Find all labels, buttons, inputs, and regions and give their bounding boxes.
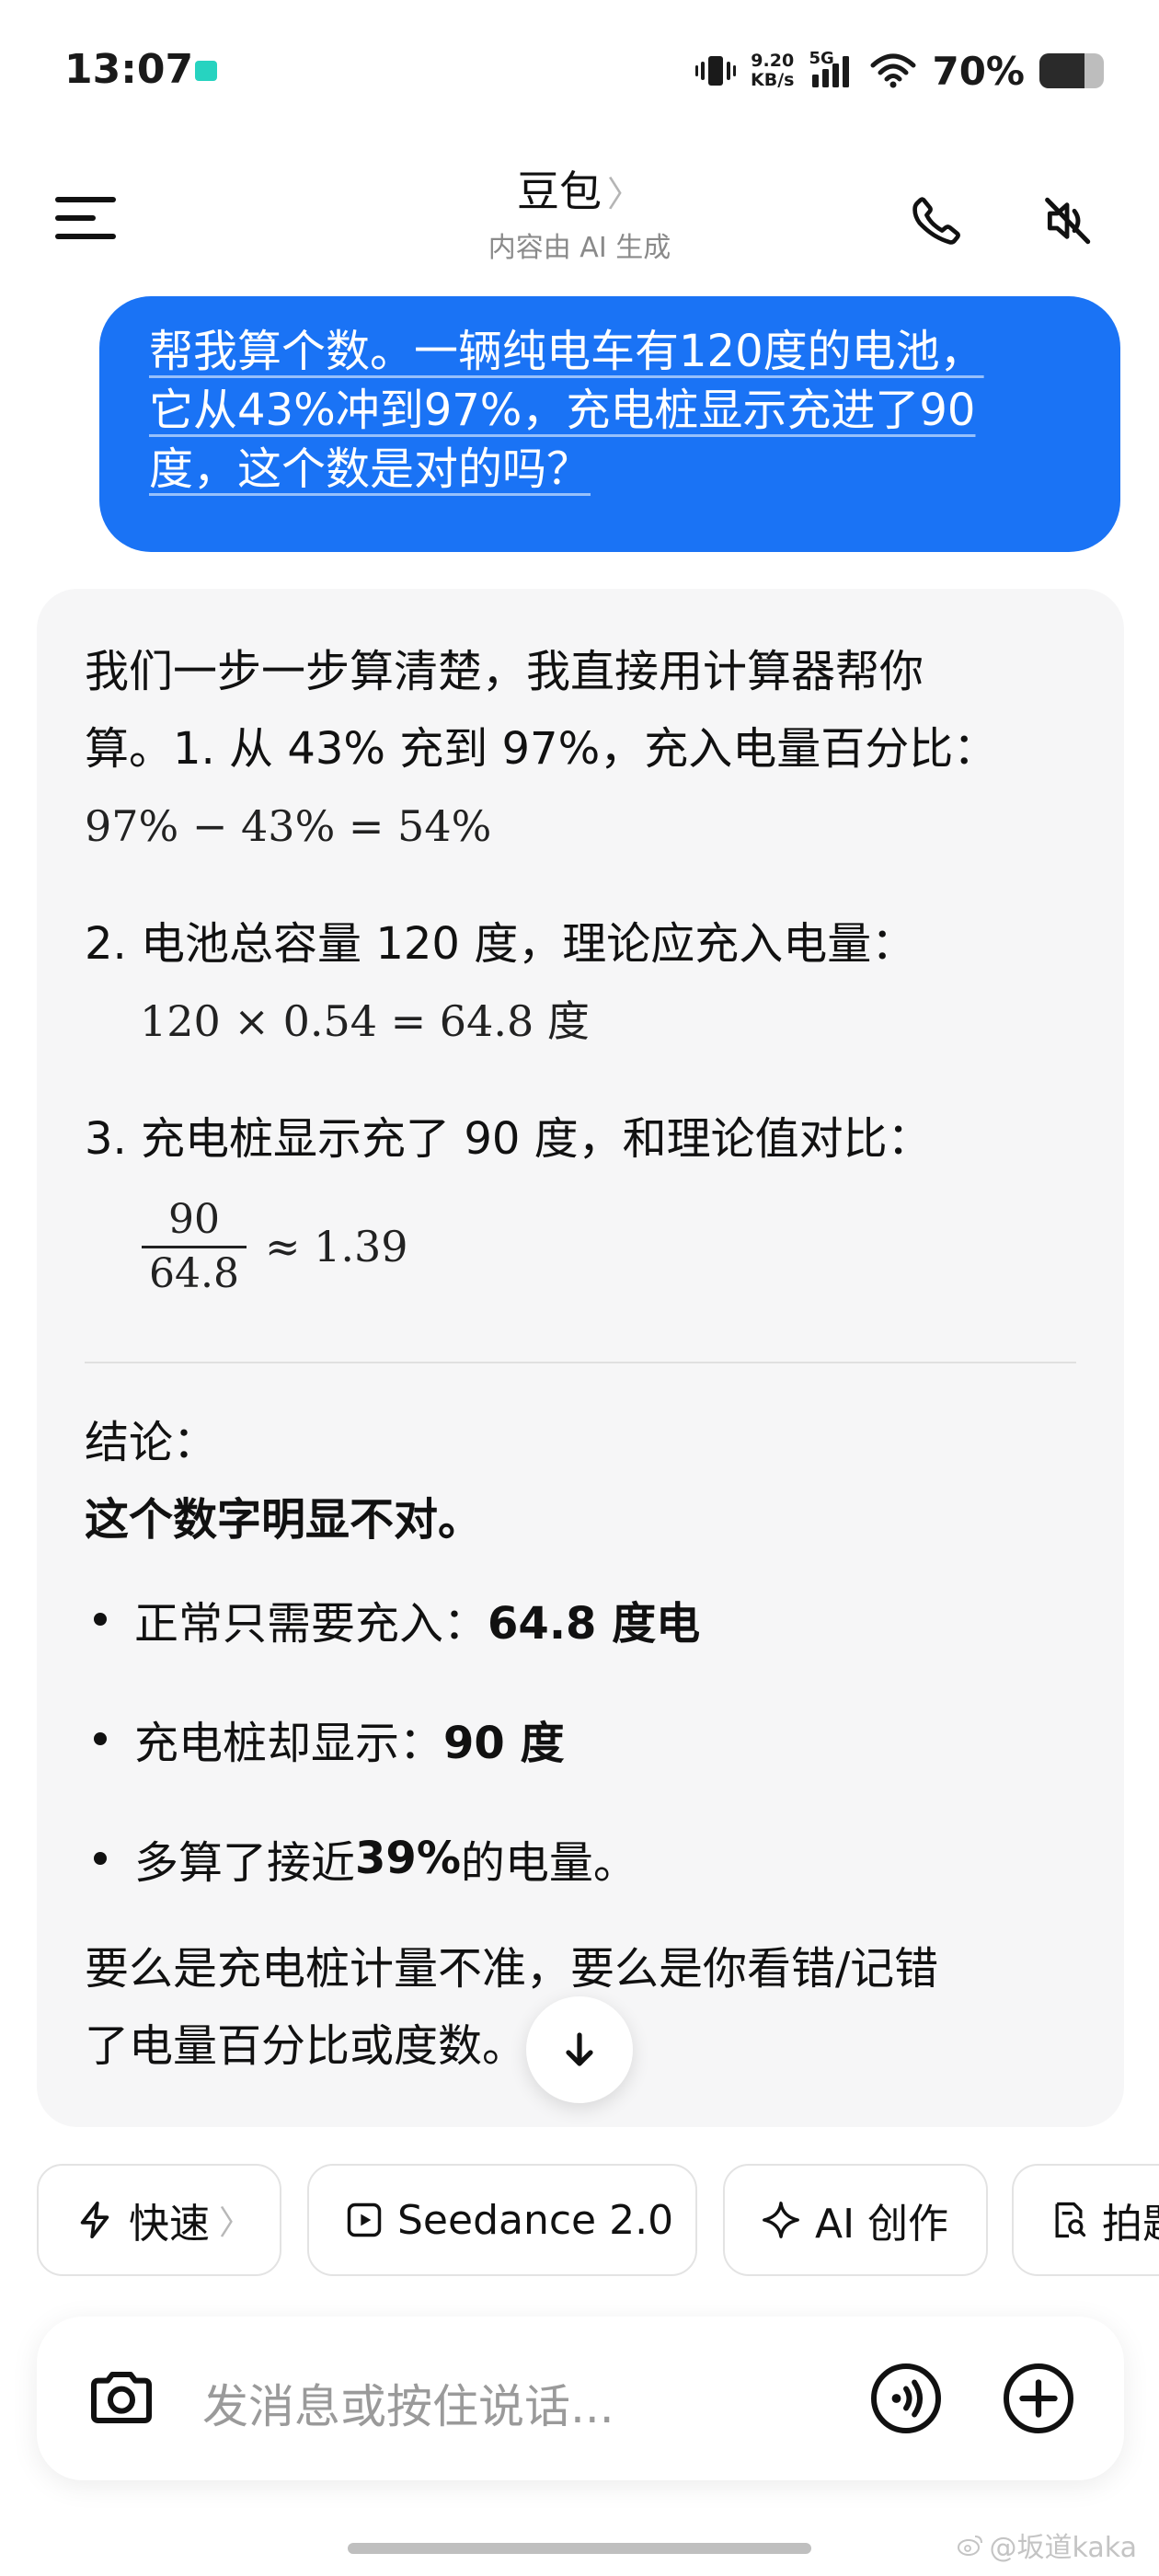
- ratio-result: ≈ 1.39: [264, 1222, 408, 1271]
- bullet-dot: [94, 1613, 107, 1626]
- message-input-bar: 发消息或按住说话...: [37, 2317, 1124, 2480]
- step-2-text: 2. 电池总容量 120 度，理论应充入电量：: [85, 918, 916, 970]
- arrow-down-icon: [566, 2032, 593, 2066]
- status-bar: 13:07 9.20 KB/s 5G 70%: [0, 0, 1159, 138]
- conclusion-bullets: 正常只需要充入： 64.8 度电 充电桩却显示： 90 度 多算了接近 39% 的电…: [85, 1581, 1076, 1897]
- status-time: 13:07: [64, 46, 194, 93]
- signal-icon: 5G: [809, 49, 855, 89]
- fraction-denominator: 64.8: [149, 1249, 239, 1297]
- conclusion-statement: 这个数字明显不对。: [85, 1494, 483, 1546]
- menu-icon[interactable]: [55, 193, 120, 239]
- phone-icon[interactable]: [900, 184, 973, 258]
- chip-label: 快速: [129, 2201, 210, 2248]
- equation-energy: 120 × 0.54 = 64.8 度: [85, 983, 1076, 1060]
- assistant-answer-card: 我们一步一步算清楚，我直接用计算器帮你 算。1. 从 43% 充到 97%，充入…: [37, 589, 1124, 2127]
- chip-fast[interactable]: 快速 〉: [37, 2164, 281, 2276]
- net-speed: 9.20 KB/s: [751, 52, 794, 90]
- battery-icon: [1039, 53, 1104, 88]
- user-message-line: 度，这个数是对的吗？: [149, 443, 591, 495]
- chevron-right-icon: 〉: [219, 2204, 253, 2242]
- bullet-item: 正常只需要充入： 64.8 度电: [85, 1581, 1076, 1658]
- voice-call-icon[interactable]: [865, 2357, 947, 2440]
- chip-seedance[interactable]: Seedance 2.0: [307, 2164, 697, 2276]
- answer-intro-line: 算。1. 从 43% 充到 97%，充入电量百分比：: [85, 723, 998, 775]
- net-speed-value: 9.20: [751, 51, 795, 71]
- bullet-item: 充电桩却显示： 90 度: [85, 1700, 1076, 1777]
- step-3-text: 3. 充电桩显示充了 90 度，和理论值对比：: [85, 1113, 932, 1165]
- conclusion-label: 结论：: [85, 1417, 218, 1468]
- app-header: 豆包〉 内容由 AI 生成: [0, 138, 1159, 285]
- plus-icon[interactable]: [997, 2357, 1080, 2440]
- mute-icon[interactable]: [1030, 184, 1104, 258]
- bullet-dot: [94, 1732, 107, 1745]
- weibo-icon: [957, 2536, 982, 2556]
- chip-label: 拍题: [1102, 2201, 1159, 2248]
- chevron-right-icon: 〉: [606, 174, 642, 214]
- fraction-numerator: 90: [167, 1195, 220, 1243]
- message-input[interactable]: 发消息或按住说话...: [202, 2370, 614, 2436]
- chat-title[interactable]: 豆包〉 内容由 AI 生成: [350, 158, 809, 265]
- chat-title-text: 豆包: [516, 167, 602, 216]
- quick-action-chips: 快速 〉 Seedance 2.0 AI 创作 拍题: [37, 2164, 1159, 2280]
- fraction: 90 64.8: [142, 1194, 247, 1300]
- equation-energy-expr: 120 × 0.54 = 64.8: [140, 996, 534, 1046]
- bullet-dot: [94, 1852, 107, 1865]
- equation-percent: 97% − 43% = 54%: [85, 801, 492, 851]
- doc-search-icon: [1049, 2200, 1089, 2240]
- chip-label: Seedance 2.0: [397, 2196, 674, 2244]
- equation-ratio: 90 64.8 ≈ 1.39: [85, 1178, 1076, 1316]
- chip-label: AI 创作: [815, 2201, 949, 2248]
- play-icon: [344, 2200, 384, 2240]
- sparkle-icon: [760, 2199, 802, 2241]
- user-message-bubble[interactable]: 帮我算个数。一辆纯电车有120度的电池， 它从43%冲到97%，充电桩显示充进了…: [99, 296, 1120, 552]
- wifi-icon: [870, 53, 916, 88]
- scroll-down-button[interactable]: [526, 1996, 633, 2103]
- camera-icon[interactable]: [79, 2355, 164, 2440]
- net-speed-unit: KB/s: [751, 70, 795, 90]
- watermark: @坂道kaka: [957, 2524, 1137, 2565]
- lightning-icon: [74, 2199, 116, 2241]
- answer-intro-line: 我们一步一步算清楚，我直接用计算器帮你: [85, 646, 924, 697]
- ai-generated-notice: 内容由 AI 生成: [488, 232, 671, 264]
- user-message-line: 它从43%冲到97%，充电桩显示充进了90: [149, 385, 976, 436]
- watermark-text: @坂道kaka: [989, 2532, 1137, 2564]
- notification-icon: [195, 61, 217, 81]
- chip-ai-create[interactable]: AI 创作: [723, 2164, 988, 2276]
- home-indicator[interactable]: [348, 2543, 811, 2554]
- vibrate-icon: [695, 56, 736, 86]
- battery-percent: 70%: [932, 48, 1025, 94]
- divider: [85, 1362, 1076, 1363]
- chip-photo-question[interactable]: 拍题: [1012, 2164, 1159, 2276]
- bullet-item: 多算了接近 39% 的电量。: [85, 1820, 1076, 1897]
- equation-energy-unit: 度: [546, 996, 590, 1046]
- user-message-line: 帮我算个数。一辆纯电车有120度的电池，: [149, 326, 984, 377]
- status-right: 9.20 KB/s 5G 70%: [695, 48, 1104, 94]
